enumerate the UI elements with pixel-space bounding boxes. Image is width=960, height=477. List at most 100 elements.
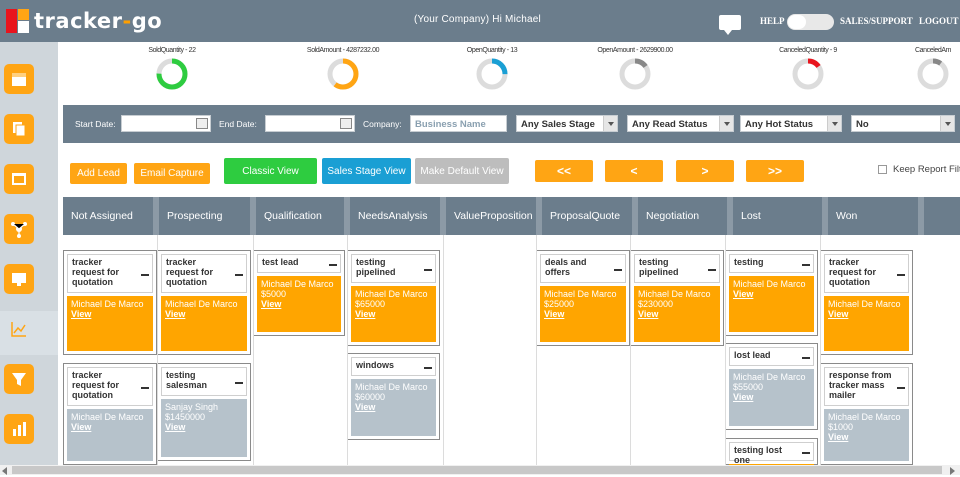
calendar-picker-icon[interactable] <box>196 118 208 129</box>
lead-card[interactable]: testing lost oneMichael De Marco <box>725 438 818 477</box>
funnel-icon[interactable] <box>4 364 34 394</box>
view-link[interactable]: View <box>733 392 810 402</box>
make-default-view-button[interactable]: Make Default View <box>415 158 509 184</box>
calendar-picker-icon[interactable] <box>340 118 352 129</box>
minimize-icon[interactable] <box>141 273 149 276</box>
view-link[interactable]: View <box>71 309 149 319</box>
lead-card-body: Michael De Marco View <box>67 296 153 351</box>
lead-card[interactable]: windows Michael De Marco $60000 View <box>347 353 440 440</box>
bar-chart-icon[interactable] <box>4 414 34 444</box>
column-divider <box>630 235 631 465</box>
minimize-icon[interactable] <box>897 386 905 389</box>
view-link[interactable]: View <box>544 309 622 319</box>
kpi-gauges: SoldQuantity - 22 SoldAmount - 4287232.00… <box>63 42 960 98</box>
stage-header[interactable]: Negotiation <box>638 197 733 235</box>
gauge-label: SoldQuantity - 22 <box>148 47 196 54</box>
scroll-right-arrow-icon[interactable] <box>950 467 955 475</box>
line-chart-icon[interactable] <box>4 314 34 344</box>
lead-card-title: tracker request for quotation <box>161 254 247 293</box>
hot-status-select[interactable]: Any Hot Status <box>740 115 842 132</box>
scrollbar-thumb[interactable] <box>12 466 942 474</box>
lead-card[interactable]: tracker request for quotation Michael De … <box>820 250 913 355</box>
view-link[interactable]: View <box>828 432 905 442</box>
minimize-icon[interactable] <box>802 263 810 266</box>
chat-icon[interactable] <box>719 15 741 35</box>
stage-header[interactable]: ValueProposition <box>446 197 542 235</box>
help-toggle[interactable] <box>787 14 834 30</box>
add-lead-button[interactable]: Add Lead <box>70 163 127 184</box>
lead-card[interactable]: response from tracker mass mailer Michael… <box>820 363 913 465</box>
sales-support-link[interactable]: SALES/SUPPORT <box>840 16 913 26</box>
view-link[interactable]: View <box>733 289 810 299</box>
lead-card[interactable]: tracker request for quotation Michael De … <box>63 250 157 355</box>
minimize-icon[interactable] <box>614 268 622 271</box>
last-select[interactable]: No <box>851 115 955 132</box>
monitor-icon[interactable] <box>4 264 34 294</box>
view-link[interactable]: View <box>165 309 243 319</box>
stage-header[interactable]: NeedsAnalysis <box>350 197 446 235</box>
lead-card[interactable]: test lead Michael De Marco $5000 View <box>253 250 345 336</box>
view-link[interactable]: View <box>71 422 149 432</box>
lead-card[interactable]: testing Michael De Marco View <box>725 250 818 336</box>
view-link[interactable]: View <box>355 402 432 412</box>
window-icon[interactable] <box>4 164 34 194</box>
lead-card[interactable]: lost lead Michael De Marco $55000 View <box>725 343 818 430</box>
documents-icon[interactable] <box>4 114 34 144</box>
first-page-button[interactable]: << <box>535 160 593 182</box>
lead-card-body: Michael De Marco $1000 View <box>824 409 909 461</box>
chevron-down-icon <box>827 116 841 131</box>
minimize-icon[interactable] <box>708 268 716 271</box>
minimize-icon[interactable] <box>235 273 243 276</box>
read-status-select[interactable]: Any Read Status <box>627 115 734 132</box>
lead-card[interactable]: tracker request for quotation Michael De … <box>157 250 251 355</box>
stage-header[interactable]: Not Assigned <box>63 197 159 235</box>
lead-card-body: Michael De Marco View <box>67 409 153 461</box>
next-page-button[interactable]: > <box>676 160 734 182</box>
stage-header[interactable]: Qualification <box>256 197 350 235</box>
gauge-label: OpenQuantity - 13 <box>466 47 518 54</box>
scroll-left-arrow-icon[interactable] <box>2 467 7 475</box>
minimize-icon[interactable] <box>802 451 810 454</box>
keep-report-checkbox[interactable] <box>878 165 887 174</box>
logout-link[interactable]: LOGOUT <box>919 16 959 26</box>
logo[interactable]: tracker-go <box>6 8 162 34</box>
company-input[interactable]: Business Name <box>410 115 507 132</box>
minimize-icon[interactable] <box>235 381 243 384</box>
minimize-icon[interactable] <box>329 263 337 266</box>
lead-card[interactable]: tracker request for quotation Michael De … <box>63 363 157 465</box>
lead-owner: Michael De Marco <box>828 412 901 422</box>
lead-card-title: tracker request for quotation <box>67 254 153 293</box>
last-page-button[interactable]: >> <box>746 160 804 182</box>
start-date-input[interactable] <box>121 115 211 132</box>
view-link[interactable]: View <box>638 309 716 319</box>
prev-page-button[interactable]: < <box>605 160 663 182</box>
email-capture-button[interactable]: Email Capture <box>134 163 210 184</box>
lead-title-text: testing pipelined <box>639 257 679 277</box>
minimize-icon[interactable] <box>141 386 149 389</box>
view-link[interactable]: View <box>261 299 337 309</box>
minimize-icon[interactable] <box>802 356 810 359</box>
keep-report-filters[interactable]: Keep Report Filt <box>878 164 960 175</box>
end-date-input[interactable] <box>265 115 355 132</box>
sales-stage-select[interactable]: Any Sales Stage <box>516 115 618 132</box>
lead-card-body: Sanjay Singh $1450000 View <box>161 399 247 457</box>
minimize-icon[interactable] <box>424 268 432 271</box>
view-link[interactable]: View <box>165 422 243 432</box>
lead-card[interactable]: testing pipelined Michael De Marco $65000 V… <box>347 250 440 346</box>
calendar-icon[interactable] <box>4 64 34 94</box>
network-icon[interactable] <box>4 214 34 244</box>
view-link[interactable]: View <box>355 309 432 319</box>
chevron-down-icon <box>940 116 954 131</box>
stage-header[interactable]: Won <box>828 197 924 235</box>
lead-card[interactable]: testing pipelined Michael De Marco $230000… <box>630 250 724 346</box>
minimize-icon[interactable] <box>424 366 432 369</box>
classic-view-button[interactable]: Classic View <box>224 158 317 184</box>
stage-header[interactable]: Prospecting <box>159 197 256 235</box>
view-link[interactable]: View <box>828 309 905 319</box>
sales-stage-view-button[interactable]: Sales Stage View <box>322 158 411 184</box>
lead-card[interactable]: deals and offers Michael De Marco $25000 Vi… <box>536 250 630 346</box>
minimize-icon[interactable] <box>897 273 905 276</box>
stage-header[interactable]: Lost <box>733 197 828 235</box>
lead-card[interactable]: testing salesman Sanjay Singh $1450000 View <box>157 363 251 461</box>
stage-header[interactable]: ProposalQuote <box>542 197 638 235</box>
